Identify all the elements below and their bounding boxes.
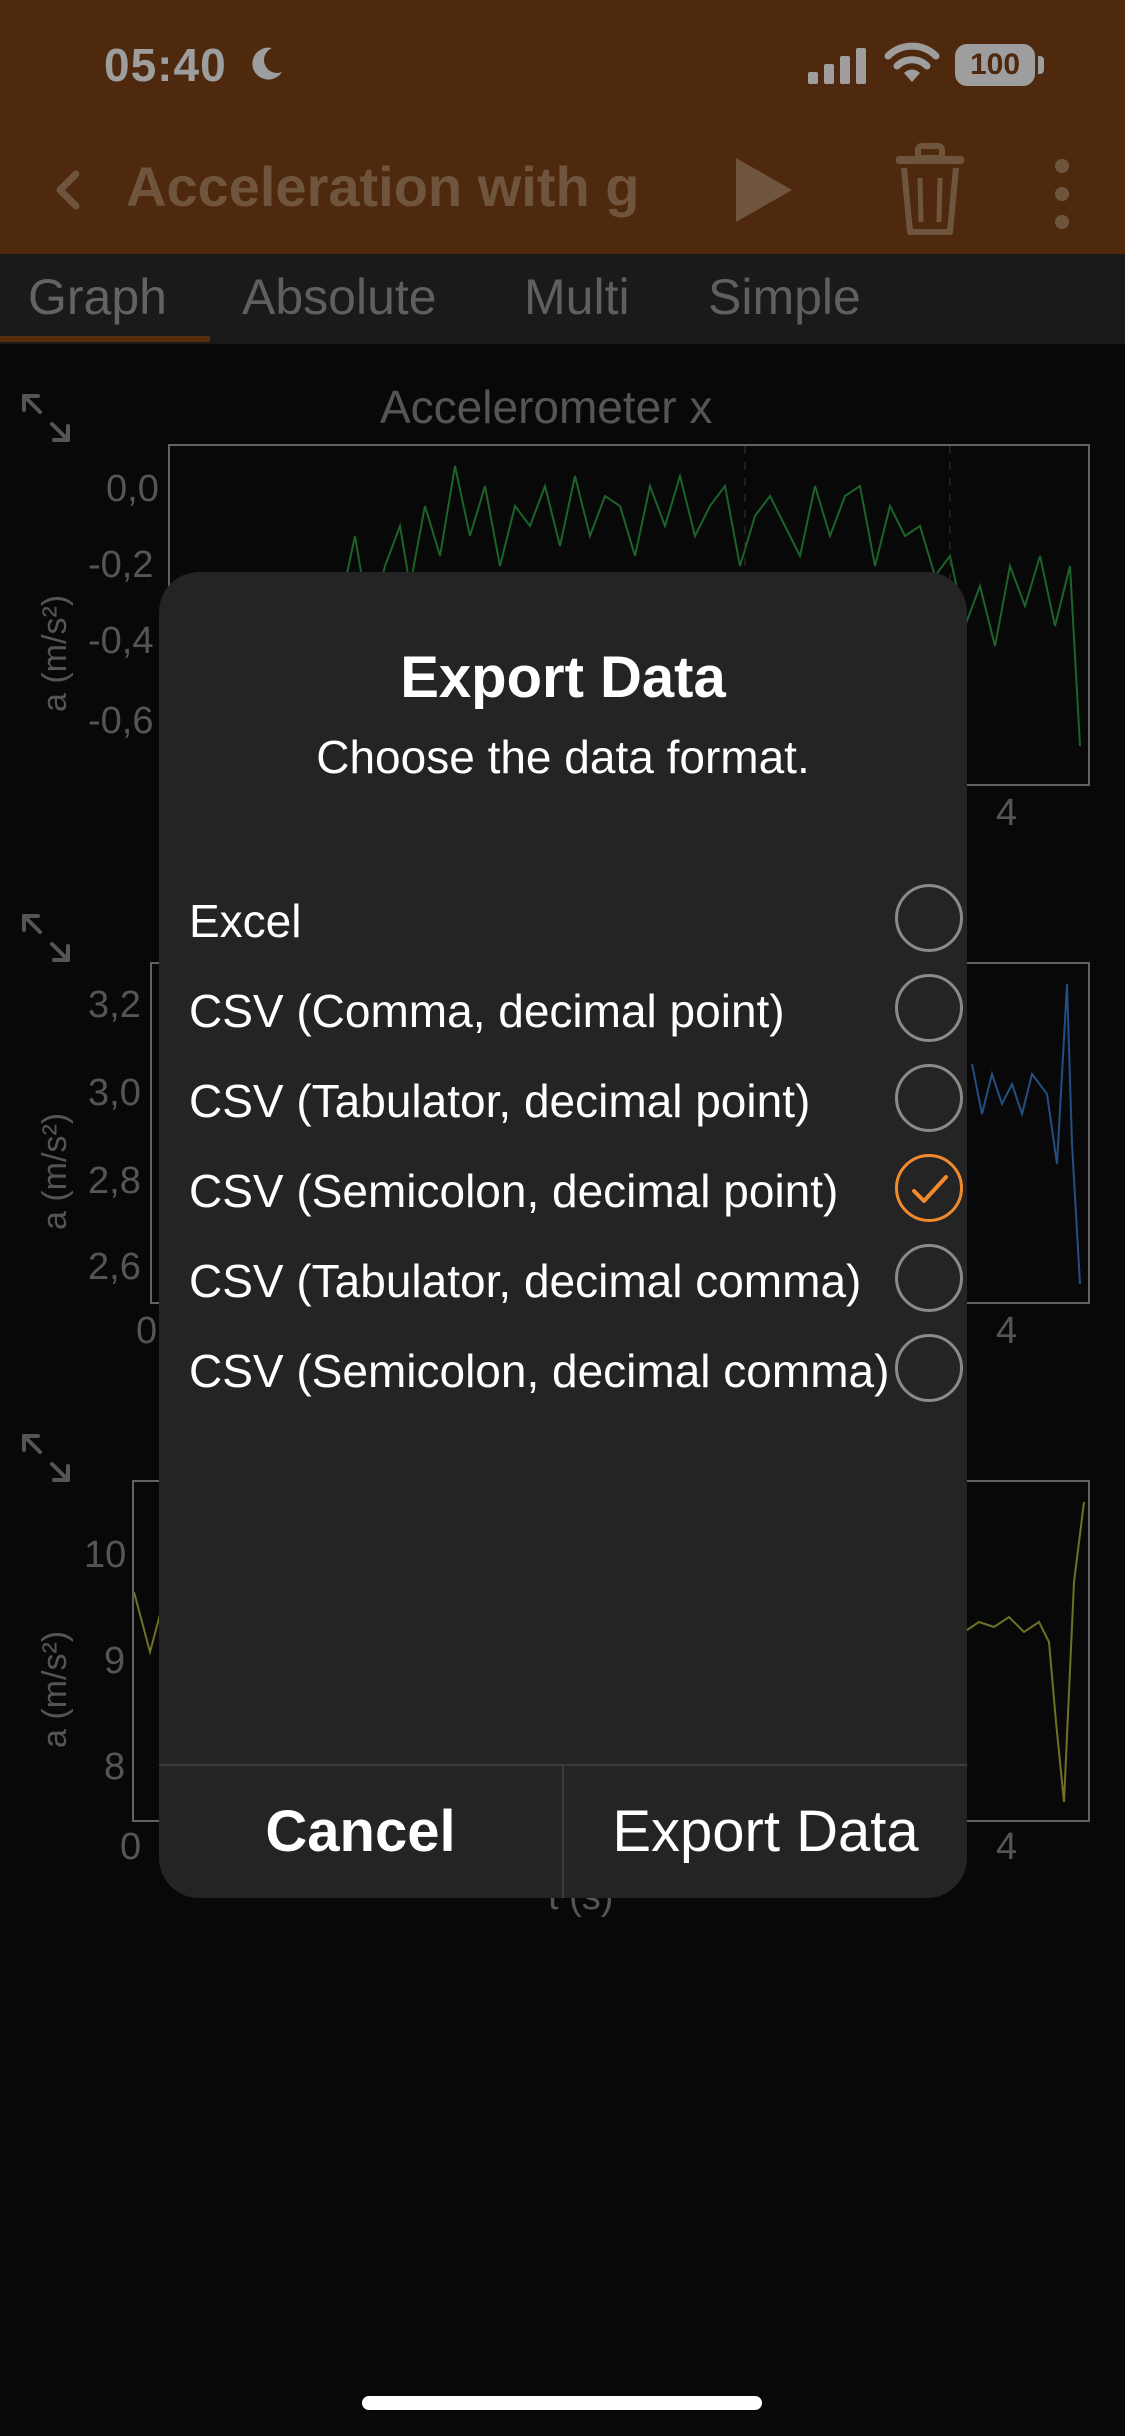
format-option-csv-semicolon-point[interactable]: CSV (Semicolon, decimal point) bbox=[189, 1152, 963, 1232]
radio-button[interactable] bbox=[895, 884, 963, 952]
radio-button-selected[interactable] bbox=[895, 1154, 963, 1222]
option-label: Excel bbox=[189, 895, 302, 947]
export-data-button[interactable]: Export Data bbox=[564, 1766, 967, 1898]
cancel-button[interactable]: Cancel bbox=[159, 1766, 562, 1898]
dialog-title: Export Data bbox=[400, 645, 726, 710]
export-dialog: Export Data Choose the data format. Exce… bbox=[159, 572, 967, 1898]
radio-button[interactable] bbox=[895, 1064, 963, 1132]
dialog-subtitle: Choose the data format. bbox=[316, 731, 810, 783]
format-option-excel[interactable]: Excel bbox=[189, 882, 963, 962]
format-option-csv-semicolon-comma[interactable]: CSV (Semicolon, decimal comma) bbox=[189, 1332, 963, 1412]
format-option-csv-tab-point[interactable]: CSV (Tabulator, decimal point) bbox=[189, 1062, 963, 1142]
radio-button[interactable] bbox=[895, 974, 963, 1042]
radio-button[interactable] bbox=[895, 1244, 963, 1312]
option-label: CSV (Semicolon, decimal comma) bbox=[189, 1345, 890, 1397]
home-indicator[interactable] bbox=[362, 2396, 762, 2410]
radio-button[interactable] bbox=[895, 1334, 963, 1402]
option-label: CSV (Tabulator, decimal point) bbox=[189, 1075, 811, 1127]
option-label: CSV (Semicolon, decimal point) bbox=[189, 1165, 839, 1217]
format-option-csv-comma-point[interactable]: CSV (Comma, decimal point) bbox=[189, 972, 963, 1052]
option-label: CSV (Comma, decimal point) bbox=[189, 985, 785, 1037]
option-label: CSV (Tabulator, decimal comma) bbox=[189, 1255, 862, 1307]
format-option-csv-tab-comma[interactable]: CSV (Tabulator, decimal comma) bbox=[189, 1242, 963, 1322]
checkmark-icon bbox=[912, 1175, 948, 1203]
